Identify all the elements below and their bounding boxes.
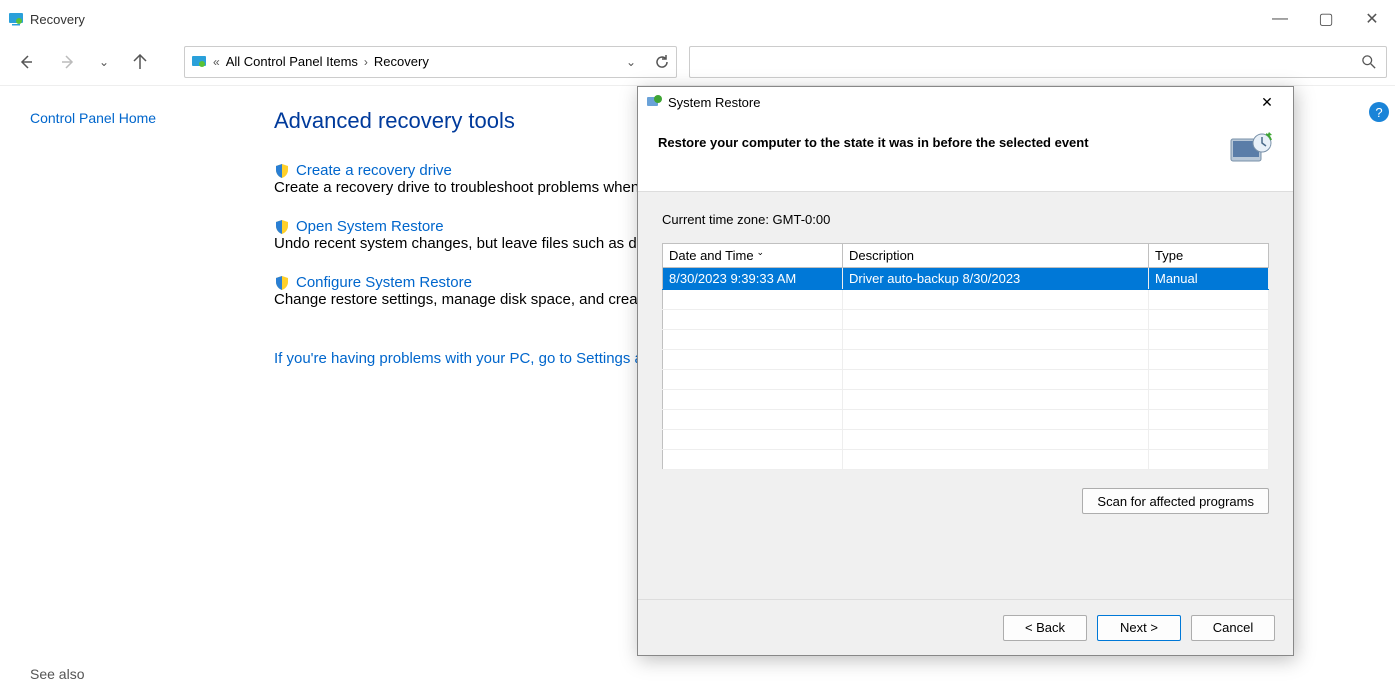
maximize-button[interactable]: ▢ (1303, 0, 1349, 38)
shield-icon (274, 163, 290, 179)
chevron-down-icon[interactable]: ⌄ (626, 55, 636, 69)
arrow-up-icon (132, 54, 148, 70)
restore-point-row[interactable]: 8/30/2023 9:39:33 AM Driver auto-backup … (663, 268, 1269, 290)
shield-icon (274, 219, 290, 235)
recovery-icon (8, 11, 24, 27)
empty-row (663, 450, 1269, 470)
titlebar: Recovery — ▢ ✕ (0, 0, 1395, 38)
arrow-left-icon (18, 54, 34, 70)
scan-affected-button[interactable]: Scan for affected programs (1082, 488, 1269, 514)
window-title: Recovery (30, 12, 1257, 27)
search-icon (1362, 55, 1376, 69)
empty-row (663, 390, 1269, 410)
dialog-title: System Restore (668, 95, 1249, 110)
refresh-icon[interactable] (654, 54, 670, 70)
address-bar[interactable]: « All Control Panel Items › Recovery ⌄ (184, 46, 677, 78)
chevron-down-icon: ⌄ (99, 55, 109, 69)
forward-arrow-button[interactable] (50, 44, 86, 80)
breadcrumb-root[interactable]: All Control Panel Items (226, 54, 358, 69)
restore-points-table[interactable]: Date and Time⌄ Description Type 8/30/202… (662, 243, 1269, 470)
window-controls: — ▢ ✕ (1257, 0, 1395, 38)
navigation-toolbar: ⌄ « All Control Panel Items › Recovery ⌄ (0, 38, 1395, 86)
empty-row (663, 350, 1269, 370)
sidebar: Control Panel Home See also (0, 86, 270, 690)
column-type[interactable]: Type (1149, 244, 1269, 268)
empty-row (663, 410, 1269, 430)
control-panel-home-link[interactable]: Control Panel Home (30, 110, 156, 126)
tool-link[interactable]: Create a recovery drive (296, 162, 452, 179)
timezone-label: Current time zone: GMT-0:00 (662, 212, 1269, 227)
tool-link[interactable]: Configure System Restore (296, 274, 472, 291)
next-button[interactable]: Next > (1097, 615, 1181, 641)
empty-row (663, 290, 1269, 310)
chevron-left-double-icon: « (213, 55, 220, 69)
cell-date-time: 8/30/2023 9:39:33 AM (663, 268, 843, 290)
dialog-titlebar: System Restore ✕ (638, 87, 1293, 117)
help-icon[interactable]: ? (1369, 102, 1389, 122)
system-restore-dialog: System Restore ✕ Restore your computer t… (637, 86, 1294, 656)
restore-pc-icon (1229, 131, 1273, 171)
empty-row (663, 310, 1269, 330)
cell-description: Driver auto-backup 8/30/2023 (843, 268, 1149, 290)
column-description[interactable]: Description (843, 244, 1149, 268)
search-box[interactable] (689, 46, 1387, 78)
breadcrumb-current[interactable]: Recovery (374, 54, 429, 69)
cell-type: Manual (1149, 268, 1269, 290)
empty-row (663, 330, 1269, 350)
chevron-right-icon: › (364, 55, 368, 69)
system-restore-icon (646, 94, 662, 110)
tool-link[interactable]: Open System Restore (296, 218, 444, 235)
column-date-time[interactable]: Date and Time⌄ (663, 244, 843, 268)
up-button[interactable] (122, 44, 158, 80)
recovery-icon (191, 54, 207, 70)
empty-row (663, 430, 1269, 450)
empty-row (663, 370, 1269, 390)
content-area: Control Panel Home See also Advanced rec… (0, 86, 1395, 690)
sort-desc-icon: ⌄ (757, 247, 765, 257)
back-arrow-button[interactable] (8, 44, 44, 80)
back-button[interactable]: < Back (1003, 615, 1087, 641)
dialog-body: Current time zone: GMT-0:00 Date and Tim… (638, 192, 1293, 599)
see-also-heading: See also (30, 666, 84, 682)
dialog-header: Restore your computer to the state it wa… (638, 117, 1293, 192)
dialog-close-button[interactable]: ✕ (1249, 87, 1285, 117)
dialog-footer: < Back Next > Cancel (638, 599, 1293, 655)
close-button[interactable]: ✕ (1349, 0, 1395, 38)
recent-dropdown[interactable]: ⌄ (92, 44, 116, 80)
dialog-heading: Restore your computer to the state it wa… (658, 131, 1229, 150)
settings-tip-link[interactable]: If you're having problems with your PC, … (274, 350, 643, 367)
arrow-right-icon (60, 54, 76, 70)
shield-icon (274, 275, 290, 291)
cancel-button[interactable]: Cancel (1191, 615, 1275, 641)
minimize-button[interactable]: — (1257, 0, 1303, 38)
